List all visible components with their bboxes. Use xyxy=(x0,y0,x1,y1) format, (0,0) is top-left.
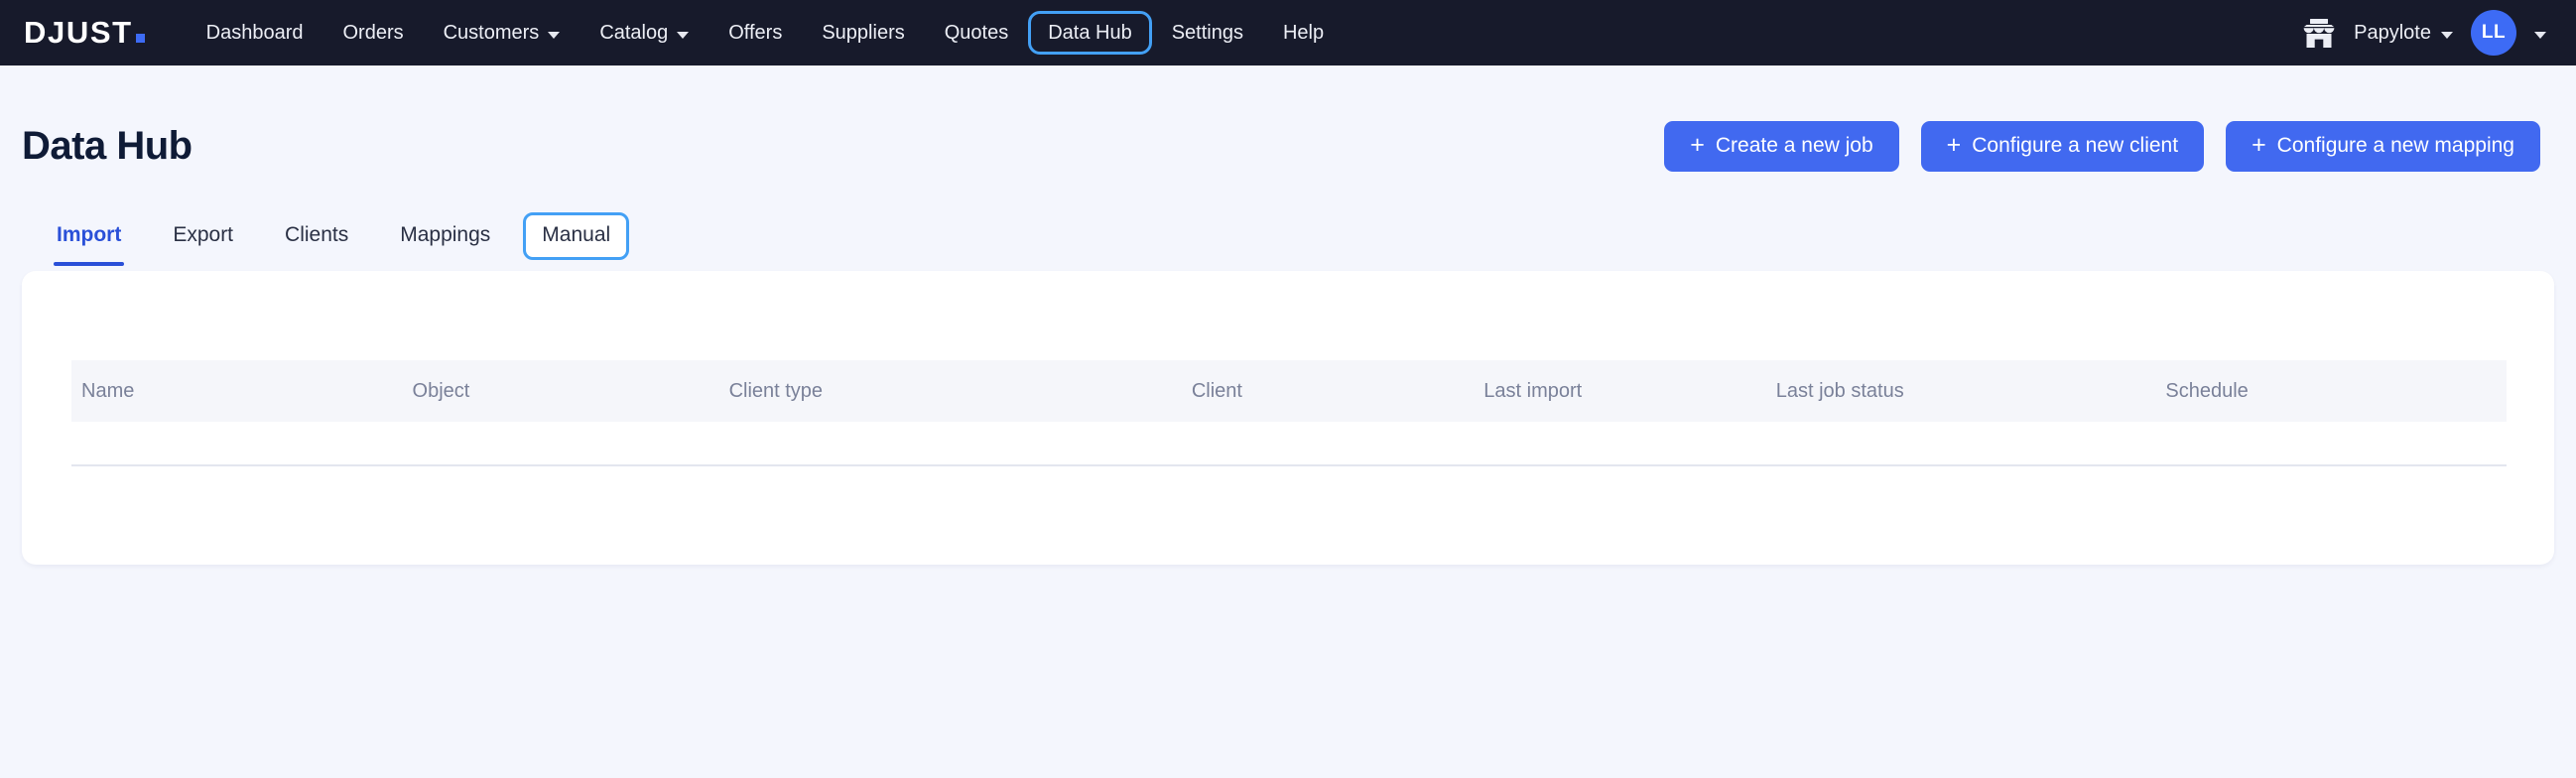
configure-a-new-mapping-button[interactable]: + Configure a new mapping xyxy=(2226,121,2540,172)
tenant-selector[interactable]: Papylote xyxy=(2354,22,2453,45)
chevron-down-icon xyxy=(2441,32,2453,39)
account-chevron-down-icon[interactable] xyxy=(2534,32,2546,39)
page-header: Data Hub + Create a new job + Configure a n… xyxy=(0,65,2576,185)
tenant-name: Papylote xyxy=(2354,22,2431,45)
tab-manual[interactable]: Manual xyxy=(523,212,629,260)
plus-icon: + xyxy=(2252,135,2266,155)
nav-item-offers[interactable]: Offers xyxy=(708,11,802,55)
table-filler-row xyxy=(71,465,2507,545)
nav-item-quotes[interactable]: Quotes xyxy=(925,11,1028,55)
nav-right-cluster: Papylote LL xyxy=(2302,10,2552,56)
configure-a-new-client-button[interactable]: + Configure a new client xyxy=(1921,121,2204,172)
nav-item-label: Data Hub xyxy=(1048,22,1132,44)
plus-icon: + xyxy=(1947,135,1962,155)
nav-item-label: Settings xyxy=(1172,22,1243,44)
nav-item-settings[interactable]: Settings xyxy=(1152,11,1263,55)
tab-import[interactable]: Import xyxy=(38,212,140,260)
button-label: Configure a new client xyxy=(1972,134,2178,158)
nav-item-suppliers[interactable]: Suppliers xyxy=(802,11,924,55)
tab-label: Mappings xyxy=(400,223,490,246)
nav-item-label: Dashboard xyxy=(206,22,304,44)
nav-item-customers[interactable]: Customers xyxy=(424,11,580,55)
column-header-name: Name xyxy=(71,360,413,422)
avatar-initials: LL xyxy=(2482,22,2506,44)
tab-label: Manual xyxy=(542,223,610,246)
tab-clients[interactable]: Clients xyxy=(266,212,367,260)
import-jobs-table: NameObjectClient typeClientLast importLa… xyxy=(71,360,2507,545)
chevron-down-icon xyxy=(548,32,560,39)
column-header-object: Object xyxy=(413,360,729,422)
nav-item-label: Orders xyxy=(342,22,403,44)
nav-item-label: Offers xyxy=(728,22,782,44)
tab-export[interactable]: Export xyxy=(154,212,252,260)
card-top-spacer xyxy=(22,271,2554,360)
nav-item-catalog[interactable]: Catalog xyxy=(580,11,708,55)
app-logo-dot xyxy=(136,34,145,43)
tab-bar: Import Export Clients Mappings Manual xyxy=(0,185,2576,262)
column-header-client: Client xyxy=(1192,360,1483,422)
column-header-schedule: Schedule xyxy=(2165,360,2507,422)
page-title: Data Hub xyxy=(22,124,193,169)
app-logo-text: DJUST xyxy=(24,15,133,51)
avatar[interactable]: LL xyxy=(2471,10,2516,56)
chevron-down-icon xyxy=(677,32,689,39)
plus-icon: + xyxy=(1690,135,1705,155)
nav-item-data-hub[interactable]: Data Hub xyxy=(1028,11,1152,55)
tab-label: Import xyxy=(57,223,121,246)
tab-label: Export xyxy=(173,223,233,246)
column-header-last-job-status: Last job status xyxy=(1776,360,2166,422)
table-body xyxy=(71,422,2507,545)
table-head: NameObjectClient typeClientLast importLa… xyxy=(71,360,2507,422)
table-header-row: NameObjectClient typeClientLast importLa… xyxy=(71,360,2507,422)
app-logo[interactable]: DJUST xyxy=(24,15,145,51)
nav-item-label: Help xyxy=(1283,22,1324,44)
primary-nav-links: Dashboard Orders Customers Catalog Offers Sup… xyxy=(187,0,1344,65)
button-label: Configure a new mapping xyxy=(2277,134,2514,158)
nav-item-label: Catalog xyxy=(599,22,668,44)
nav-item-label: Suppliers xyxy=(822,22,904,44)
nav-item-dashboard[interactable]: Dashboard xyxy=(187,11,323,55)
top-navigation-bar: DJUST Dashboard Orders Customers Catalog Off… xyxy=(0,0,2576,65)
page-actions: + Create a new job + Configure a new client… xyxy=(1664,121,2540,172)
nav-item-help[interactable]: Help xyxy=(1263,11,1344,55)
table-container: NameObjectClient typeClientLast importLa… xyxy=(22,360,2554,545)
jobs-table-card: NameObjectClient typeClientLast importLa… xyxy=(22,271,2554,565)
column-header-client-type: Client type xyxy=(729,360,1192,422)
empty-cell xyxy=(71,422,2507,465)
table-empty-row xyxy=(71,422,2507,465)
filler-cell xyxy=(71,465,2507,545)
button-label: Create a new job xyxy=(1716,134,1873,158)
storefront-icon xyxy=(2302,18,2336,48)
nav-item-label: Quotes xyxy=(945,22,1008,44)
tab-mappings[interactable]: Mappings xyxy=(381,212,509,260)
tab-label: Clients xyxy=(285,223,348,246)
nav-item-orders[interactable]: Orders xyxy=(322,11,423,55)
column-header-last-import: Last import xyxy=(1483,360,1775,422)
create-a-new-job-button[interactable]: + Create a new job xyxy=(1664,121,1898,172)
nav-item-label: Customers xyxy=(444,22,540,44)
